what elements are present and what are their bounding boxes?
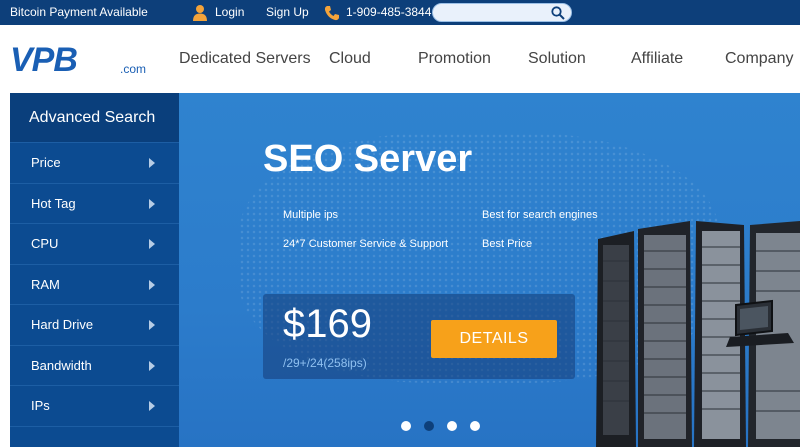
advanced-search-title: Advanced Search [10,93,179,143]
nav-solution[interactable]: Solution [528,25,586,93]
logo[interactable]: VPB .com [10,41,150,81]
slide-dot[interactable] [401,421,411,431]
promo-banner[interactable]: SEO Server Multiple ips Best for search … [179,93,800,447]
server-rack [596,231,636,447]
filter-label: Hard Drive [31,317,94,332]
filter-hot-tag[interactable]: Hot Tag [10,184,179,224]
search-icon[interactable] [551,6,565,20]
feature-item: Best for search engines [482,209,598,221]
filter-cpu[interactable]: CPU [10,224,179,265]
chevron-right-icon [149,360,155,371]
search-input[interactable] [441,5,546,20]
chevron-right-icon [149,320,155,330]
nav-promotion[interactable]: Promotion [418,25,491,93]
phone-icon [324,6,339,21]
search-box[interactable] [432,3,572,22]
advanced-search-panel: Advanced Search Price Hot Tag CPU RAM Ha… [10,93,179,447]
slide-dot[interactable] [447,421,457,431]
filter-ips[interactable]: IPs [10,386,179,427]
filter-label: IPs [31,398,50,413]
price-subtext: /29+/24(258ips) [283,356,367,370]
logo-mark: VPB [10,41,78,79]
nav-company[interactable]: Company [725,25,793,93]
nav-dedicated-servers[interactable]: Dedicated Servers [179,25,311,93]
user-icon [193,5,207,21]
phone-number: 1-909-485-3844 [346,5,432,19]
signup-link[interactable]: Sign Up [266,0,309,25]
login-link[interactable]: Login [215,0,244,25]
feature-item: Multiple ips [283,209,339,221]
slide-dot[interactable] [470,421,480,431]
feature-item: Best Price [482,238,533,250]
filter-hard-drive[interactable]: Hard Drive [10,305,179,346]
price-value: $169 [283,302,372,346]
filter-bandwidth[interactable]: Bandwidth [10,346,179,386]
feature-item: 24*7 Customer Service & Support [283,238,449,250]
top-bar: Bitcoin Payment Available Login Sign Up … [0,0,800,25]
price-box: $169 /29+/24(258ips) DETAILS [263,294,575,379]
filter-label: Price [31,155,61,170]
nav-cloud[interactable]: Cloud [329,25,371,93]
filter-label: RAM [31,276,60,292]
filter-price[interactable]: Price [10,143,179,184]
chevron-right-icon [149,279,155,290]
chevron-right-icon [149,198,155,209]
bitcoin-notice: Bitcoin Payment Available [10,5,148,19]
nav-affiliate[interactable]: Affiliate [631,25,683,93]
header: VPB .com Dedicated Servers Cloud Promoti… [0,25,800,93]
filter-ram[interactable]: RAM [10,265,179,305]
chevron-right-icon [149,239,155,249]
chevron-right-icon [149,158,155,168]
server-rack-image [596,221,800,447]
filter-label: Bandwidth [31,357,92,373]
banner-headline: SEO Server [263,138,473,180]
details-button[interactable]: DETAILS [431,320,557,358]
filter-label: CPU [31,236,59,251]
filter-label: Hot Tag [31,195,76,211]
chevron-right-icon [149,401,155,411]
slide-dot-active[interactable] [424,421,434,431]
logo-dotcom: .com [120,62,147,76]
